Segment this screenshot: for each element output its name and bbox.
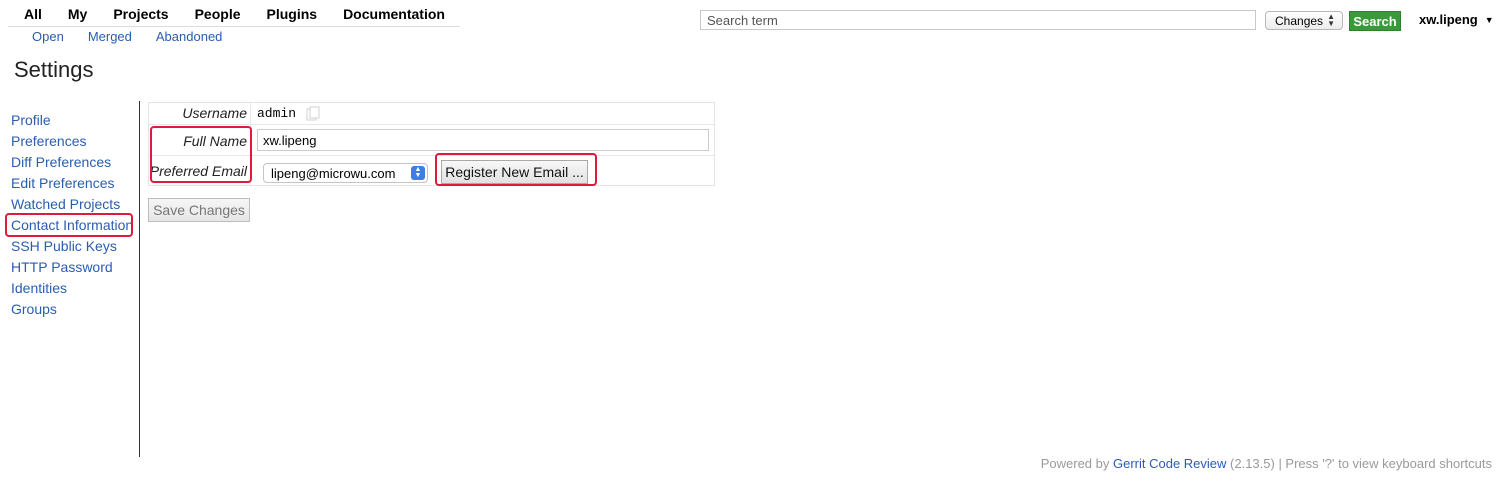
sub-nav: Open Merged Abandoned: [32, 29, 246, 44]
search-input[interactable]: [700, 10, 1256, 30]
sidebar-item-diff-preferences[interactable]: Diff Preferences: [11, 152, 133, 173]
highlight-box: [5, 213, 133, 237]
nav-plugins[interactable]: Plugins: [267, 6, 318, 24]
sidebar-item-preferences[interactable]: Preferences: [11, 131, 133, 152]
select-arrows-icon: ▲ ▼: [1327, 12, 1335, 28]
user-name: xw.lipeng: [1419, 12, 1478, 27]
user-menu[interactable]: xw.lipeng ▼: [1419, 12, 1494, 27]
fullname-input[interactable]: [257, 129, 709, 151]
nav-documentation[interactable]: Documentation: [343, 6, 445, 24]
highlight-box: [150, 126, 252, 183]
subnav-open[interactable]: Open: [32, 29, 64, 44]
copy-icon[interactable]: [306, 106, 320, 122]
nav-projects[interactable]: Projects: [113, 6, 168, 24]
sidebar-item-edit-preferences[interactable]: Edit Preferences: [11, 173, 133, 194]
nav-all[interactable]: All: [24, 6, 42, 24]
footer: Powered by Gerrit Code Review (2.13.5) |…: [1041, 456, 1492, 471]
footer-prefix: Powered by: [1040, 456, 1113, 471]
save-changes-button[interactable]: Save Changes: [148, 198, 250, 222]
sidebar-item-watched-projects[interactable]: Watched Projects: [11, 194, 133, 215]
sidebar-item-ssh-public-keys[interactable]: SSH Public Keys: [11, 236, 133, 257]
nav-divider: [8, 26, 460, 27]
sidebar-item-identities[interactable]: Identities: [11, 278, 133, 299]
subnav-abandoned[interactable]: Abandoned: [156, 29, 223, 44]
chevron-down-icon: ▼: [1484, 14, 1494, 25]
top-nav: All My Projects People Plugins Documenta…: [24, 6, 471, 24]
footer-suffix: (2.13.5) | Press '?' to view keyboard sh…: [1226, 456, 1492, 471]
select-arrows-icon: ▲ ▼: [411, 166, 425, 180]
highlight-box: [435, 153, 597, 186]
row-divider: [149, 124, 714, 125]
search-button[interactable]: Search: [1349, 11, 1401, 31]
username-value: admin: [257, 106, 297, 121]
search-scope-select[interactable]: Changes ▲ ▼: [1265, 11, 1343, 30]
nav-people[interactable]: People: [195, 6, 241, 24]
username-label: Username: [182, 105, 247, 121]
search-scope-value: Changes: [1275, 13, 1324, 28]
preferred-email-value: lipeng@microwu.com: [271, 165, 396, 181]
subnav-merged[interactable]: Merged: [88, 29, 132, 44]
sidebar-item-http-password[interactable]: HTTP Password: [11, 257, 133, 278]
sidebar-item-groups[interactable]: Groups: [11, 299, 133, 320]
gerrit-link[interactable]: Gerrit Code Review: [1113, 456, 1226, 471]
preferred-email-select[interactable]: lipeng@microwu.com ▲ ▼: [263, 163, 428, 183]
sidebar-divider: [139, 101, 140, 457]
nav-my[interactable]: My: [68, 6, 87, 24]
sidebar-item-profile[interactable]: Profile: [11, 110, 133, 131]
page-title: Settings: [14, 57, 94, 82]
